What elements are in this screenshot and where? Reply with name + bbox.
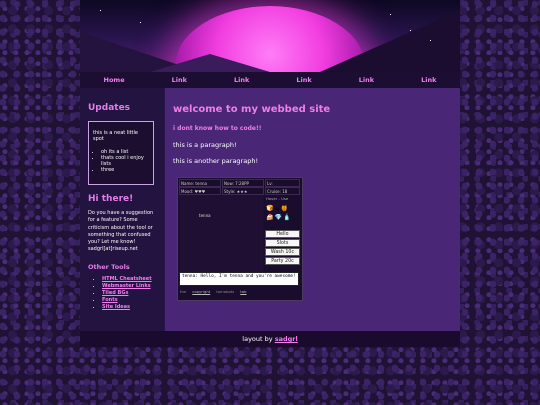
list-item: Site Ideas <box>102 304 152 311</box>
star <box>410 30 411 31</box>
stat-name: Name: tenna <box>179 179 221 187</box>
paragraph-1: this is a paragraph! <box>173 141 237 149</box>
nav-home[interactable]: Home <box>104 76 125 84</box>
soap-icon[interactable]: 🧴 <box>283 214 291 221</box>
nav-link-2[interactable]: Link <box>234 76 249 84</box>
list-item: three <box>101 167 149 173</box>
list-item: Fonts <box>102 297 152 304</box>
link-html-cheatsheet[interactable]: HTML Cheatsheet <box>102 276 152 282</box>
hello-button[interactable]: Hello <box>265 230 300 238</box>
inventory-panel: Hover - Use 🍞☕🍯 🍰💎🧴 <box>265 195 300 231</box>
updates-list: oh its a list thats cool i enjoy lists t… <box>93 149 149 173</box>
party-button[interactable]: Party 20c <box>265 257 300 265</box>
list-item: thats cool i enjoy lists <box>101 155 149 167</box>
nav-link-5[interactable]: Link <box>421 76 436 84</box>
list-item: Webmaster Links <box>102 283 152 290</box>
slots-button[interactable]: Slots <box>265 239 300 247</box>
footer-author-link[interactable]: sadgrl <box>275 335 298 343</box>
stat-style: Style: ★★★ <box>222 187 264 195</box>
nav-link-1[interactable]: Link <box>172 76 187 84</box>
link-site-ideas[interactable]: Site Ideas <box>102 304 130 310</box>
stat-mood: Mood: ♥♥♥ <box>179 187 221 195</box>
main-content: welcome to my webbed site i dont know ho… <box>165 88 460 331</box>
link-fonts[interactable]: Fonts <box>102 297 118 303</box>
nav-link-4[interactable]: Link <box>359 76 374 84</box>
inventory-items: 🍞☕🍯 🍰💎🧴 <box>265 204 300 222</box>
list-item: HTML Cheatsheet <box>102 276 152 283</box>
toy-icon[interactable]: 🍯 <box>281 205 289 212</box>
stat-time: Now: 7:28PP <box>222 179 264 187</box>
gift-icon[interactable]: 💎 <box>274 214 282 221</box>
stat-cruise: Cruise: 18 <box>265 187 300 195</box>
link-tiled-bgs[interactable]: Tiled BGs <box>102 290 128 296</box>
widget-footer: the copyright tamabots tab <box>178 289 304 294</box>
star <box>430 40 431 41</box>
hi-text: Do you have a suggestion for a feature? … <box>88 210 154 253</box>
tools-list: HTML Cheatsheet Webmaster Links Tiled BG… <box>88 276 152 311</box>
link-webmaster-links[interactable]: Webmaster Links <box>102 283 151 289</box>
header-banner <box>80 0 460 72</box>
pet-name: tenna <box>199 213 211 218</box>
page-wrapper: Home Link Link Link Link Link Updates th… <box>80 0 460 347</box>
hi-heading: Hi there! <box>88 194 134 204</box>
widget-copyright-link[interactable]: copyright <box>192 289 210 294</box>
page-title: welcome to my webbed site <box>173 104 331 115</box>
list-item: Tiled BGs <box>102 290 152 297</box>
widget-footer-text: the <box>180 289 187 294</box>
updates-heading: Updates <box>88 103 131 113</box>
star <box>390 14 391 15</box>
paragraph-2: this is another paragraph! <box>173 157 259 165</box>
inventory-label: Hover - Use <box>266 196 289 201</box>
updates-box: this is a neat little spot oh its a list… <box>88 121 154 185</box>
star <box>100 10 101 11</box>
tamagotchi-widget: Name: tenna Now: 7:28PP Lv: Mood: ♥♥♥ St… <box>177 177 303 301</box>
dialog-box: tenna: Hello, I'm tenna and you're aweso… <box>179 272 299 286</box>
footer-text: layout by <box>242 335 273 343</box>
stat-level: Lv: <box>265 179 300 187</box>
sidebar: Updates this is a neat little spot oh it… <box>80 88 164 331</box>
top-nav: Home Link Link Link Link Link <box>80 72 460 88</box>
updates-box-text: this is a neat little spot <box>93 130 138 142</box>
widget-tab-link[interactable]: tab <box>240 289 246 294</box>
mountain-middle <box>150 54 270 72</box>
page-subtitle: i dont know how to code!! <box>173 125 262 132</box>
nav-link-3[interactable]: Link <box>296 76 311 84</box>
star <box>140 22 141 23</box>
widget-footer-text: tamabots <box>216 289 235 294</box>
page-footer: layout by sadgrl <box>80 331 460 347</box>
mountain-right <box>320 10 460 72</box>
wash-button[interactable]: Wash 10c <box>265 248 300 256</box>
other-tools-heading: Other Tools <box>88 263 130 271</box>
